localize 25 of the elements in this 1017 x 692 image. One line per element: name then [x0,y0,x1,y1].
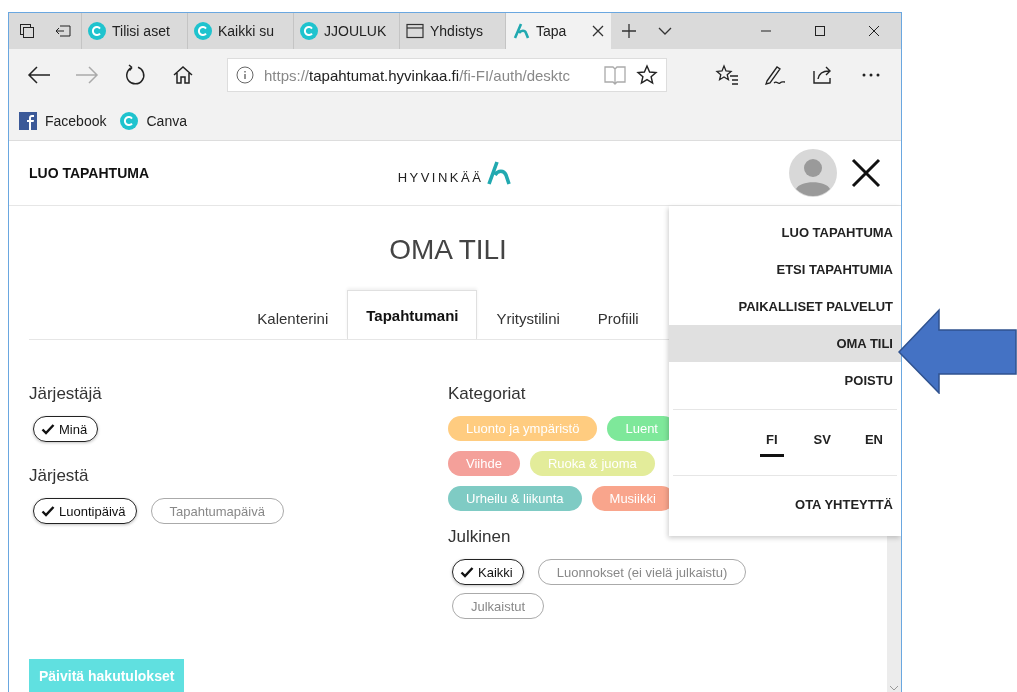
favorite-link[interactable]: Facebook [19,111,107,130]
url-text: https://tapahtumat.hyvinkaa.fi/fi-FI/auth/desktc [264,66,570,84]
menu-item[interactable]: POISTU [669,362,901,399]
menu-item[interactable]: ETSI TAPAHTUMIA [669,251,901,288]
language-option[interactable]: EN [860,432,887,454]
section-heading: Järjestä [29,466,90,486]
create-event-link[interactable]: LUO TAPAHTUMA [29,165,150,181]
tab[interactable]: Kalenterini [238,296,348,339]
section-heading: Kategoriat [448,384,527,404]
address-field[interactable]: https://tapahtumat.hyvinkaa.fi/fi-FI/auth/desktc [227,58,667,92]
favorite-link[interactable]: Canva [120,111,187,130]
page-title: OMA TILI [388,234,508,266]
browser-tab[interactable]: Tapa [505,13,611,49]
menu-item[interactable]: OMA TILI [669,325,901,362]
menu-item[interactable]: PAIKALLISET PALVELUT [669,288,901,325]
menu-item[interactable]: LUO TAPAHTUMA [669,214,901,251]
language-option[interactable]: SV [809,432,835,454]
menu-item[interactable]: OTA YHTEYTTÄ [669,486,901,523]
language-option[interactable]: FI [760,432,784,457]
tab[interactable]: Profiili [578,296,658,339]
section-heading: Julkinen [448,527,512,547]
section-heading: Järjestäjä [29,384,103,404]
tab[interactable]: Yritystilini [477,296,579,339]
logo-text: HYVINKÄÄ [397,170,484,185]
tab[interactable]: Tapahtumani [347,290,478,339]
